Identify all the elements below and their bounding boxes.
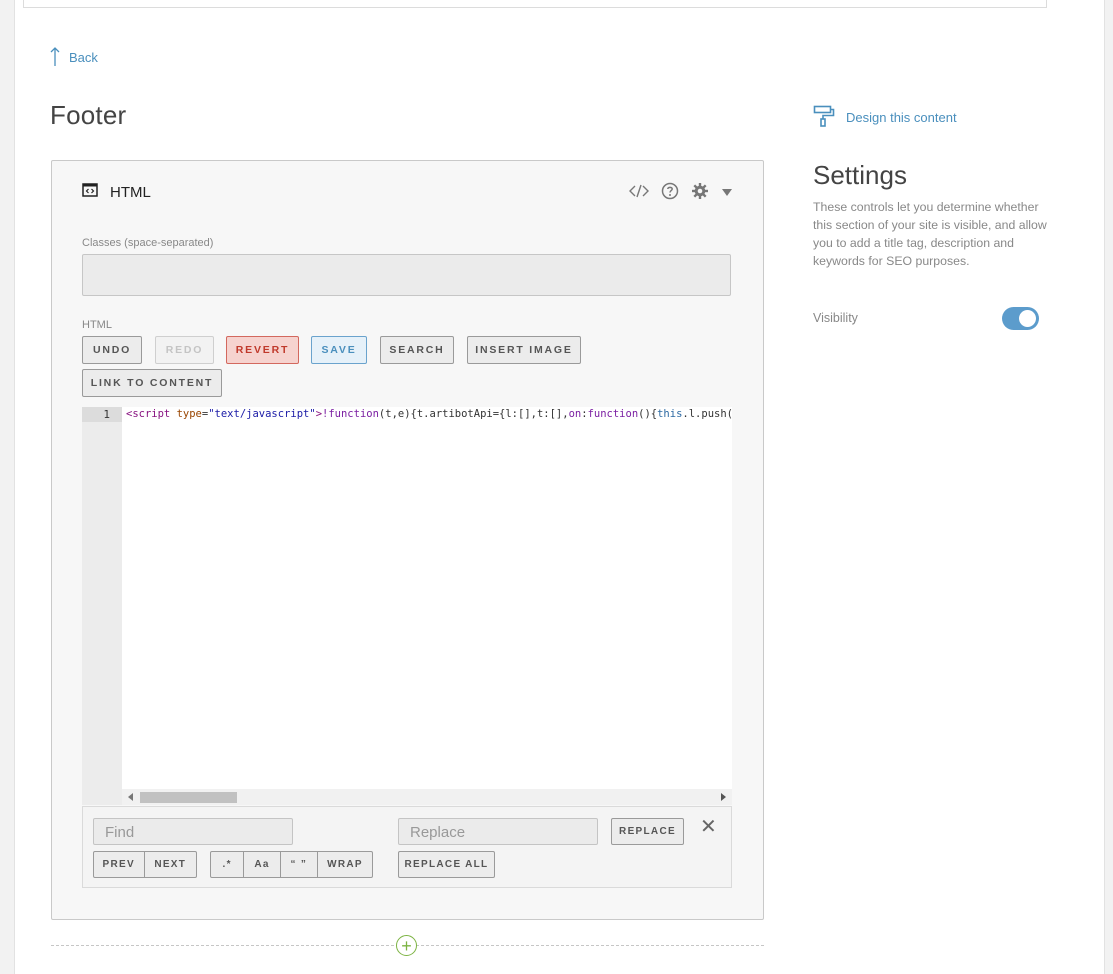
help-icon[interactable] (661, 182, 679, 205)
scrollbar-thumb[interactable] (140, 792, 237, 803)
search-options-group: .* Aa “ ” WRAP (210, 851, 373, 878)
design-content-link[interactable]: Design this content (813, 105, 957, 130)
toggle-knob (1019, 310, 1036, 327)
code-token: .l.push(arguments)}, (682, 408, 732, 420)
settings-title: Settings (813, 160, 907, 190)
block-type-label: HTML (110, 183, 151, 201)
insert-image-button[interactable]: INSERT IMAGE (467, 336, 581, 364)
back-link[interactable]: Back (50, 47, 98, 67)
visibility-label: Visibility (813, 311, 858, 325)
code-icon[interactable] (629, 183, 649, 204)
next-button[interactable]: NEXT (145, 852, 196, 877)
whole-word-toggle[interactable]: “ ” (281, 852, 319, 877)
code-token: (){ (638, 408, 658, 420)
scroll-right-icon[interactable] (721, 793, 726, 801)
line-gutter: 1 (82, 407, 122, 805)
replace-input[interactable]: Replace (398, 818, 598, 845)
arrow-up-icon (50, 47, 60, 67)
back-label: Back (69, 49, 98, 65)
save-button[interactable]: SAVE (311, 336, 367, 364)
html-block-icon (82, 183, 98, 201)
page-title: Footer (50, 100, 127, 130)
search-button[interactable]: SEARCH (380, 336, 454, 364)
block-actions (629, 182, 733, 205)
case-toggle[interactable]: Aa (244, 852, 281, 877)
visibility-toggle[interactable] (1002, 307, 1039, 330)
html-label: HTML (82, 319, 112, 331)
code-token: function (587, 408, 639, 420)
undo-button[interactable]: UNDO (82, 336, 142, 364)
caret-down-icon[interactable] (721, 185, 733, 203)
paint-roller-icon (813, 105, 835, 130)
html-block-panel: HTML Classes (space-separated) HTML UNDO… (51, 160, 764, 920)
block-header: HTML (82, 183, 151, 201)
prev-next-group: PREV NEXT (93, 851, 197, 878)
plus-icon: + (401, 935, 412, 956)
previous-section-edge (23, 0, 1047, 8)
prev-button[interactable]: PREV (94, 852, 145, 877)
gear-icon[interactable] (691, 182, 709, 205)
replace-all-button[interactable]: REPLACE ALL (398, 851, 495, 878)
code-editor[interactable]: 1 <script type="text/javascript">!functi… (82, 407, 732, 805)
code-token: on (568, 408, 582, 420)
design-content-label: Design this content (846, 110, 957, 125)
wrap-toggle[interactable]: WRAP (318, 852, 372, 877)
add-section-button[interactable]: + (396, 935, 417, 956)
code-token: "text/javascript" (208, 408, 316, 420)
revert-button[interactable]: REVERT (226, 336, 299, 364)
redo-button[interactable]: REDO (155, 336, 214, 364)
code-token: !function (322, 408, 379, 420)
horizontal-scrollbar[interactable] (122, 789, 732, 805)
code-token: <script (126, 408, 171, 420)
classes-label: Classes (space-separated) (82, 237, 214, 249)
code-token: this (657, 408, 683, 420)
scroll-left-icon[interactable] (128, 793, 133, 801)
link-to-content-button[interactable]: LINK TO CONTENT (82, 369, 222, 397)
replace-button[interactable]: REPLACE (611, 818, 684, 845)
settings-description: These controls let you determine whether… (813, 200, 1047, 268)
find-input[interactable]: Find (93, 818, 293, 845)
code-token: type (176, 408, 202, 420)
code-token: (t,e){t.artibotApi={l:[],t:[], (378, 408, 569, 420)
classes-input[interactable] (82, 254, 731, 296)
code-line[interactable]: <script type="text/javascript">!function… (126, 407, 732, 422)
regex-toggle[interactable]: .* (211, 852, 245, 877)
close-icon[interactable]: ✕ (700, 817, 717, 837)
find-replace-bar: Find Replace REPLACE ✕ PREV NEXT .* Aa “… (82, 806, 732, 888)
line-number: 1 (82, 407, 122, 422)
